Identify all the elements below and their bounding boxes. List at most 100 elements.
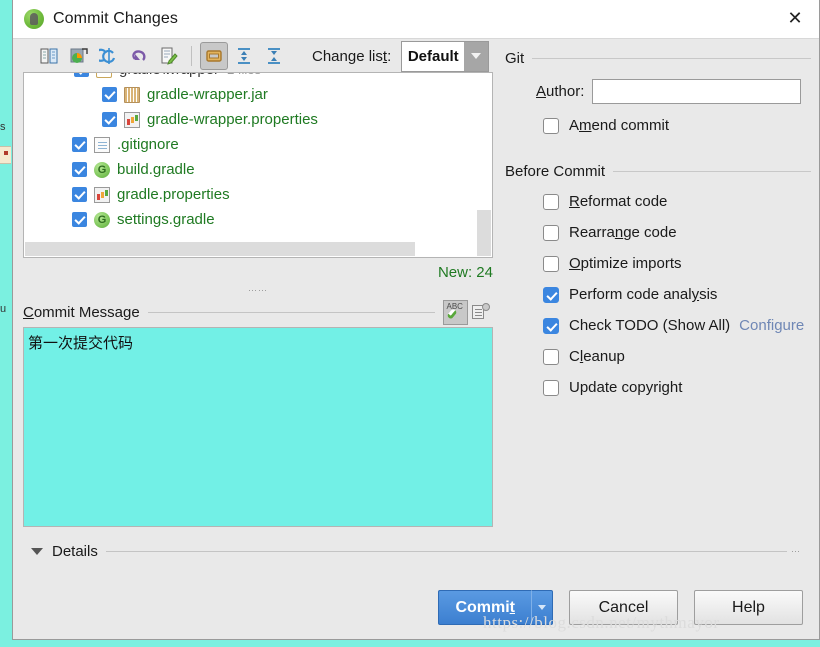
changelist-dropdown[interactable]: Default: [401, 40, 490, 72]
row-checkbox[interactable]: [72, 212, 87, 227]
rearrange-code-label: Rearrange code: [569, 224, 677, 241]
divider: [147, 311, 435, 313]
properties-file-icon: [94, 186, 110, 203]
row-checkbox[interactable]: [102, 87, 117, 102]
file-name: .gitignore: [117, 136, 179, 153]
help-button[interactable]: Help: [694, 590, 803, 625]
chevron-down-icon[interactable]: [58, 72, 68, 73]
reformat-code-checkbox[interactable]: [543, 193, 559, 210]
row-checkbox[interactable]: [72, 187, 87, 202]
commit-button[interactable]: Commi t: [438, 590, 531, 625]
cancel-button[interactable]: Cancel: [569, 590, 678, 625]
abc-check-icon[interactable]: ABC: [443, 299, 468, 325]
divider: [532, 58, 811, 59]
before-commit-title: Before Commit: [505, 163, 606, 180]
optimize-imports-label: Optimize imports: [569, 255, 682, 272]
tree-rows: gradle\wrapper 2 files gradle-wrapper.ja…: [24, 72, 492, 232]
option-rearrange-code[interactable]: Rearrange code: [543, 217, 811, 248]
message-history-icon[interactable]: [468, 300, 493, 325]
option-perform-code-analysis[interactable]: Perform code analysis: [543, 279, 811, 310]
table-row[interactable]: .gitignore: [24, 132, 492, 157]
chevron-down-icon[interactable]: [31, 548, 43, 555]
file-name: gradle-wrapper.jar: [147, 86, 268, 103]
changed-files-tree[interactable]: gradle\wrapper 2 files gradle-wrapper.ja…: [23, 72, 493, 258]
table-row[interactable]: G settings.gradle: [24, 207, 492, 232]
perform-code-analysis-label: Perform code analysis: [569, 286, 718, 303]
android-studio-icon: [24, 9, 44, 29]
optimize-imports-checkbox[interactable]: [543, 255, 559, 272]
file-name: settings.gradle: [117, 211, 215, 228]
commit-changes-dialog: Commit Changes ✕ Change list: Default gr…: [12, 0, 820, 640]
row-checkbox[interactable]: [72, 137, 87, 152]
author-field[interactable]: [592, 79, 802, 104]
update-copyright-label: Update copyright: [569, 379, 683, 396]
chevron-down-icon[interactable]: [464, 41, 489, 71]
table-row[interactable]: G build.gradle: [24, 157, 492, 182]
amend-commit-row[interactable]: Amend commit: [543, 110, 811, 141]
reformat-code-label: Reformat code: [569, 193, 668, 210]
dialog-titlebar: Commit Changes ✕: [13, 0, 819, 39]
details-label: Details: [52, 543, 98, 560]
rearrange-code-checkbox[interactable]: [543, 224, 559, 241]
horizontal-scrollbar-thumb[interactable]: [25, 242, 415, 256]
expand-all-icon[interactable]: [230, 42, 258, 70]
file-name: gradle\wrapper: [119, 73, 219, 78]
details-resize-handle[interactable]: ⋯: [791, 546, 801, 557]
folder-icon: [96, 73, 112, 78]
commit-button-group[interactable]: Commi t: [438, 590, 553, 625]
amend-commit-label: Amend commit: [569, 117, 670, 134]
before-commit-options: Reformat code Rearrange code Optimize im…: [505, 186, 811, 403]
commit-dropdown-arrow-icon[interactable]: [531, 590, 553, 625]
table-row[interactable]: gradle\wrapper 2 files: [24, 72, 492, 82]
option-reformat-code[interactable]: Reformat code: [543, 186, 811, 217]
desktop-background: [0, 0, 12, 647]
splitter-handle[interactable]: ⋯⋯: [23, 285, 493, 295]
refresh-icon[interactable]: [95, 42, 123, 70]
table-row[interactable]: gradle-wrapper.jar: [24, 82, 492, 107]
perform-code-analysis-checkbox[interactable]: [543, 286, 559, 303]
row-checkbox[interactable]: [72, 162, 87, 177]
option-check-todo[interactable]: Check TODO (Show All) Configure: [543, 310, 811, 341]
git-group-header: Git: [505, 50, 811, 67]
cleanup-label: Cleanup: [569, 348, 625, 365]
details-section-toggle[interactable]: Details ⋯: [31, 543, 801, 560]
background-editor-text-bottom: u: [0, 303, 7, 315]
show-diff-icon[interactable]: [35, 42, 63, 70]
row-checkbox[interactable]: [74, 73, 89, 77]
commit-message-input[interactable]: [23, 327, 493, 527]
group-by-directory-icon[interactable]: [200, 42, 228, 70]
option-cleanup[interactable]: Cleanup: [543, 341, 811, 372]
background-editor-text-top: s: [0, 121, 6, 133]
edit-source-icon[interactable]: [155, 42, 183, 70]
commit-message-header: Commit Message ABC: [23, 297, 493, 327]
git-group-title: Git: [505, 50, 525, 67]
file-count: 2 files: [227, 73, 261, 77]
update-copyright-checkbox[interactable]: [543, 379, 559, 396]
left-panel: gradle\wrapper 2 files gradle-wrapper.ja…: [23, 72, 493, 532]
new-files-count: New: 24: [437, 264, 493, 281]
close-icon[interactable]: ✕: [771, 0, 819, 37]
row-checkbox[interactable]: [102, 112, 117, 127]
check-todo-checkbox[interactable]: [543, 317, 559, 334]
file-name: build.gradle: [117, 161, 195, 178]
amend-commit-checkbox[interactable]: [543, 117, 559, 134]
move-to-changelist-icon[interactable]: [65, 42, 93, 70]
dialog-title: Commit Changes: [53, 10, 179, 27]
properties-file-icon: [124, 111, 140, 128]
vertical-scrollbar-thumb[interactable]: [477, 210, 491, 256]
cleanup-checkbox[interactable]: [543, 348, 559, 365]
table-row[interactable]: gradle.properties: [24, 182, 492, 207]
jar-file-icon: [124, 86, 140, 103]
horizontal-scrollbar[interactable]: [25, 242, 476, 256]
configure-link[interactable]: Configure: [739, 317, 804, 334]
before-commit-group-header: Before Commit: [505, 163, 811, 180]
revert-icon[interactable]: [125, 42, 153, 70]
table-row[interactable]: gradle-wrapper.properties: [24, 107, 492, 132]
option-update-copyright[interactable]: Update copyright: [543, 372, 811, 403]
collapse-all-icon[interactable]: [260, 42, 288, 70]
divider: [613, 171, 811, 172]
dialog-button-row: Commi t Cancel Help: [13, 590, 820, 625]
option-optimize-imports[interactable]: Optimize imports: [543, 248, 811, 279]
commit-message-label: Commit Message: [23, 303, 140, 321]
background-editor-tab: [0, 146, 11, 164]
